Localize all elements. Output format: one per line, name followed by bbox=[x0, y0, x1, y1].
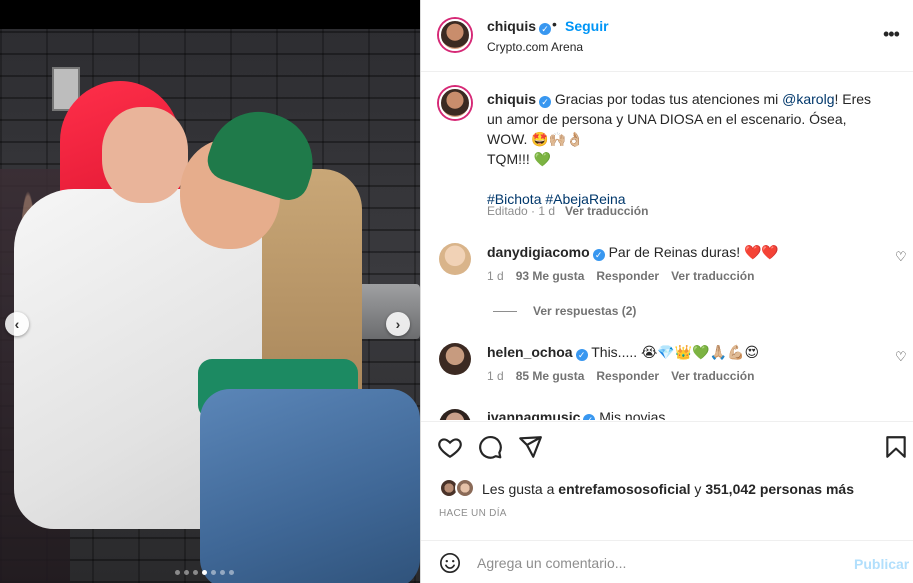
photo-denim-jacket bbox=[200, 389, 420, 583]
comment-time: 1 d bbox=[487, 369, 504, 383]
save-bookmark-icon[interactable] bbox=[883, 434, 909, 460]
comment-like-heart-icon[interactable]: ♡ bbox=[895, 249, 907, 265]
post-media[interactable]: ‹ › bbox=[0, 29, 420, 583]
add-comment-bar: Publicar bbox=[421, 540, 913, 583]
likes-summary: Les gusta a entrefamososoficial y 351,04… bbox=[421, 476, 913, 500]
reply-button[interactable]: Responder bbox=[596, 369, 659, 383]
view-replies-button[interactable]: Ver respuestas (2) bbox=[493, 304, 636, 318]
verified-badge-icon: ✓ bbox=[539, 23, 552, 35]
comment-bubble-icon[interactable] bbox=[477, 434, 503, 460]
post-timestamp[interactable]: HACE UN DÍA bbox=[439, 508, 507, 519]
comment-text: ivannagmusic ✓ Mis novias bbox=[487, 409, 665, 420]
like-heart-icon[interactable] bbox=[437, 434, 463, 460]
comment-body: This..... 😭💎👑💚🙏🏼💪🏼😍 bbox=[591, 344, 760, 360]
comment-meta: 1 d 93 Me gusta Responder Ver traducción bbox=[487, 269, 766, 283]
instagram-post-modal: ‹ › chiquis ✓ • Seguir Crypto.com Arena •… bbox=[0, 0, 913, 583]
likes-prefix: Les gusta a bbox=[482, 481, 559, 497]
comment-text: danydigiacomo ✓ Par de Reinas duras! ❤️❤️ bbox=[487, 244, 779, 261]
post-action-bar bbox=[421, 421, 913, 471]
carousel-dot bbox=[229, 570, 234, 575]
comment-time: 1 d bbox=[487, 269, 504, 283]
more-options-icon[interactable]: ••• bbox=[883, 24, 900, 45]
carousel-dot bbox=[184, 570, 189, 575]
comment-body: Par de Reinas duras! ❤️❤️ bbox=[608, 244, 779, 260]
commenter-avatar[interactable] bbox=[439, 343, 471, 375]
header-separator: • bbox=[552, 16, 557, 32]
liker-username[interactable]: entrefamososoficial bbox=[558, 481, 690, 497]
comment-likes-link[interactable]: 85 Me gusta bbox=[516, 369, 585, 383]
comments-list[interactable]: chiquis ✓ Gracias por todas tus atencione… bbox=[421, 73, 913, 420]
translate-link[interactable]: Ver traducción bbox=[671, 269, 754, 283]
post-location[interactable]: Crypto.com Arena bbox=[487, 40, 583, 54]
caption-line-2: TQM!!! 💚 bbox=[487, 151, 552, 167]
commenter-username[interactable]: ivannagmusic bbox=[487, 409, 580, 420]
chevron-left-icon: ‹ bbox=[14, 316, 20, 332]
comment-like-heart-icon[interactable]: ♡ bbox=[895, 349, 907, 365]
author-username-text: chiquis bbox=[487, 18, 537, 34]
carousel-next-button[interactable]: › bbox=[386, 312, 410, 336]
verified-badge-icon: ✓ bbox=[539, 96, 552, 108]
caption-author-avatar[interactable] bbox=[439, 87, 471, 119]
carousel-dot bbox=[193, 570, 198, 575]
comment-meta: 1 d 85 Me gusta Responder Ver traducción bbox=[487, 369, 766, 383]
caption-mention-link[interactable]: @karolg bbox=[782, 91, 834, 107]
carousel-dot bbox=[202, 570, 207, 575]
liker-avatar[interactable] bbox=[455, 478, 475, 498]
replies-divider-line bbox=[493, 310, 517, 312]
verified-badge-icon: ✓ bbox=[592, 249, 605, 261]
caption-body-start: Gracias por todas tus atenciones mi bbox=[554, 91, 783, 107]
follow-button[interactable]: Seguir bbox=[565, 18, 609, 34]
likes-middle: y bbox=[690, 481, 706, 497]
commenter-avatar[interactable] bbox=[439, 243, 471, 275]
caption-username[interactable]: chiquis bbox=[487, 91, 536, 107]
carousel-dot bbox=[175, 570, 180, 575]
caption-translate-link[interactable]: Ver traducción bbox=[565, 204, 648, 218]
likes-text: Les gusta a entrefamososoficial y 351,04… bbox=[482, 481, 854, 497]
carousel-dot bbox=[220, 570, 225, 575]
view-replies-label: Ver respuestas (2) bbox=[533, 304, 637, 318]
commenter-username[interactable]: helen_ochoa bbox=[487, 344, 573, 360]
comment-input[interactable] bbox=[477, 551, 837, 575]
author-username[interactable]: chiquis ✓ bbox=[487, 18, 552, 35]
likes-count-link[interactable]: 351,042 personas más bbox=[705, 481, 854, 497]
post-header: chiquis ✓ • Seguir Crypto.com Arena ••• bbox=[421, 0, 913, 72]
publish-comment-button[interactable]: Publicar bbox=[854, 556, 909, 572]
verified-badge-icon: ✓ bbox=[575, 349, 588, 361]
caption-text: chiquis ✓ Gracias por todas tus atencione… bbox=[487, 89, 887, 209]
commenter-avatar[interactable] bbox=[439, 409, 471, 420]
share-paper-plane-icon[interactable] bbox=[517, 434, 543, 460]
comment-body: Mis novias bbox=[599, 409, 666, 420]
carousel-indicator bbox=[175, 570, 234, 575]
photo-face-left bbox=[102, 107, 188, 203]
post-side-panel: chiquis ✓ • Seguir Crypto.com Arena ••• c… bbox=[420, 0, 913, 583]
chevron-right-icon: › bbox=[395, 316, 401, 332]
emoji-smiley-icon[interactable] bbox=[439, 552, 461, 574]
verified-badge-icon: ✓ bbox=[583, 414, 596, 420]
reply-button[interactable]: Responder bbox=[596, 269, 659, 283]
commenter-username[interactable]: danydigiacomo bbox=[487, 244, 590, 260]
comment-likes-link[interactable]: 93 Me gusta bbox=[516, 269, 585, 283]
comment-text: helen_ochoa ✓ This..... 😭💎👑💚🙏🏼💪🏼😍 bbox=[487, 344, 759, 361]
caption-edited-time: Editado · 1 d bbox=[487, 204, 556, 218]
caption-meta: Editado · 1 d Ver traducción bbox=[487, 204, 648, 218]
author-avatar[interactable] bbox=[439, 19, 471, 51]
translate-link[interactable]: Ver traducción bbox=[671, 369, 754, 383]
carousel-dot bbox=[211, 570, 216, 575]
carousel-prev-button[interactable]: ‹ bbox=[5, 312, 29, 336]
